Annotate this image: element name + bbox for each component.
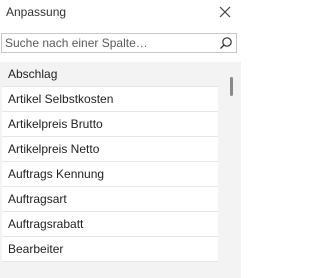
search-icon [220,37,232,49]
close-icon [219,6,231,18]
scrollbar-thumb[interactable] [230,77,233,96]
column-list-container: Abschlag Artikel Selbstkosten Artikelpreis… [0,62,241,278]
column-list-item[interactable]: Abschlag [2,62,218,87]
column-list-item[interactable]: Artikel Selbstkosten [2,87,218,112]
column-list-item[interactable]: Auftrags Kennung [2,162,218,187]
column-customization-panel: Anpassung AbschlagArtikel SelbstkostenAr… [0,0,241,278]
column-list-item[interactable]: Artikelpreis Brutto [2,112,218,137]
column-list-item[interactable]: Auftragsart [2,187,218,212]
vertical-scrollbar[interactable] [221,62,241,278]
column-list-item[interactable]: Bearbeiter [2,237,218,262]
search-input[interactable] [5,35,211,51]
panel-title: Anpassung [6,5,67,19]
search-box [1,33,237,53]
column-list-item[interactable]: Artikelpreis Netto [2,137,218,162]
column-list: Abschlag Artikel Selbstkosten Artikelpreis… [0,62,221,262]
search-button[interactable] [219,36,233,50]
column-list-item[interactable]: Auftragsrabatt [2,212,218,237]
panel-header: Anpassung [0,0,241,28]
close-button[interactable] [217,4,233,20]
